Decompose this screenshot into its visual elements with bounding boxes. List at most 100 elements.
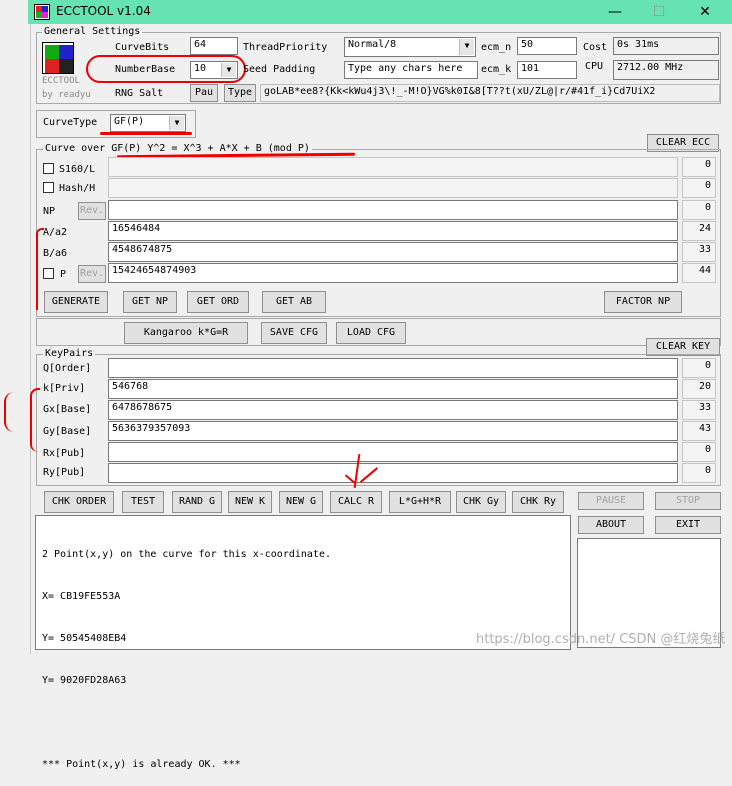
ecm-n-input[interactable]: 50 <box>517 37 577 55</box>
rng-salt-value: goLAB*ee8?{Kk<kWu4j3\!_-M!O}VG%k0I&8[T??… <box>260 84 720 102</box>
factor-np-button[interactable]: FACTOR NP <box>604 291 682 313</box>
chk-ry-button[interactable]: CHK Ry <box>512 491 564 513</box>
b-count: 33 <box>682 242 716 262</box>
gx-base-count: 33 <box>682 400 716 420</box>
k-priv-label: k[Priv] <box>43 383 86 394</box>
rand-g-button[interactable]: RAND G <box>172 491 222 513</box>
np-rev-button[interactable]: Rev. <box>78 202 106 220</box>
lghr-button[interactable]: L*G+H*R <box>389 491 451 513</box>
generate-button[interactable]: GENERATE <box>44 291 108 313</box>
pause-salt-button[interactable]: Pau <box>190 84 218 102</box>
new-k-button[interactable]: NEW K <box>228 491 272 513</box>
chevron-down-icon: ▼ <box>459 39 474 55</box>
a-input[interactable]: 16546484 <box>108 221 678 241</box>
p-checkbox[interactable] <box>43 268 54 279</box>
s160-count: 0 <box>682 157 716 177</box>
new-g-button[interactable]: NEW G <box>279 491 323 513</box>
rng-salt-label: RNG Salt <box>115 88 164 99</box>
gy-base-input[interactable]: 5636379357093 <box>108 421 678 441</box>
rx-pub-count: 0 <box>682 442 716 462</box>
app-icon <box>34 4 50 20</box>
a-label: A/a2 <box>43 227 68 238</box>
ecm-n-label: ecm_n <box>481 42 512 53</box>
b-label: B/a6 <box>43 248 68 259</box>
b-input[interactable]: 4548674875 <box>108 242 678 262</box>
s160-checkbox[interactable] <box>43 163 54 174</box>
chk-gy-button[interactable]: CHK Gy <box>456 491 506 513</box>
watermark: https://blog.csdn.net/ CSDN @红烧兔纸 <box>476 632 726 647</box>
rx-pub-label: Rx[Pub] <box>43 448 86 459</box>
p-label: P <box>60 269 67 280</box>
close-button[interactable]: ✕ <box>690 2 720 22</box>
get-ord-button[interactable]: GET ORD <box>187 291 249 313</box>
stop-button[interactable]: STOP <box>655 492 721 510</box>
thread-priority-label: ThreadPriority <box>243 42 328 53</box>
p-input[interactable]: 15424654874903 <box>108 263 678 283</box>
rx-pub-input[interactable] <box>108 442 678 462</box>
k-priv-input[interactable]: 546768 <box>108 379 678 399</box>
ecm-k-label: ecm_k <box>481 64 512 75</box>
load-cfg-button[interactable]: LOAD CFG <box>336 322 406 344</box>
np-label: NP <box>43 206 56 217</box>
minimize-button[interactable]: — <box>600 2 630 22</box>
q-order-input[interactable] <box>108 358 678 378</box>
type-salt-button[interactable]: Type <box>224 84 256 102</box>
cpu-label: CPU <box>585 61 604 72</box>
get-ab-button[interactable]: GET AB <box>262 291 326 313</box>
annotation-ellipse-numberbase <box>86 55 246 83</box>
general-settings-label: General Settings <box>42 26 143 37</box>
output-line: *** Point(x,y) is already OK. *** <box>42 759 241 770</box>
maximize-button[interactable]: ☐ <box>644 2 674 22</box>
gy-base-label: Gy[Base] <box>43 426 92 437</box>
curve-type-value: GF(P) <box>114 116 145 127</box>
kangaroo-button[interactable]: Kangaroo k*G=R <box>124 322 248 344</box>
ecm-k-input[interactable]: 101 <box>517 61 577 79</box>
thread-priority-value: Normal/8 <box>348 39 397 50</box>
cost-label: Cost <box>583 42 608 53</box>
gx-base-input[interactable]: 6478678675 <box>108 400 678 420</box>
curve-group-label: Curve over GF(P) Y^2 = X^3 + A*X + B (mo… <box>43 143 312 154</box>
calc-r-button[interactable]: CALC R <box>330 491 382 513</box>
chevron-down-icon: ▼ <box>169 116 184 130</box>
pause-button[interactable]: PAUSE <box>578 492 644 510</box>
output-line: Y= 9020FD28A63 <box>42 675 127 686</box>
logo-subtext: by readyu <box>42 90 91 100</box>
keypairs-label: KeyPairs <box>43 348 96 359</box>
hash-label: Hash/H <box>59 183 96 194</box>
p-count: 44 <box>682 263 716 283</box>
a-count: 24 <box>682 221 716 241</box>
hash-field <box>108 178 678 198</box>
ry-pub-input[interactable] <box>108 463 678 483</box>
ecctool-logo <box>42 42 74 74</box>
hash-count: 0 <box>682 178 716 198</box>
seed-padding-label: Seed Padding <box>243 64 316 75</box>
window-title: ECCTOOL v1.04 <box>56 4 151 18</box>
test-button[interactable]: TEST <box>122 491 164 513</box>
hash-checkbox[interactable] <box>43 182 54 193</box>
seed-padding-input[interactable]: Type any chars here <box>344 61 478 79</box>
curve-bits-label: CurveBits <box>115 42 170 53</box>
logo-text: ECCTOOL <box>42 76 80 86</box>
q-order-count: 0 <box>682 358 716 378</box>
save-cfg-button[interactable]: SAVE CFG <box>261 322 327 344</box>
s160-label: S160/L <box>59 164 96 175</box>
annotation-underline-curvetype <box>100 132 192 135</box>
annotation-brace-keys <box>4 392 16 432</box>
output-line: 2 Point(x,y) on the curve for this x-coo… <box>42 549 331 560</box>
np-field[interactable] <box>108 200 678 220</box>
curve-type-select[interactable]: GF(P) ▼ <box>110 114 186 132</box>
cpu-value: 2712.00 MHz <box>613 60 719 80</box>
about-button[interactable]: ABOUT <box>578 516 644 534</box>
p-rev-button[interactable]: Rev. <box>78 265 106 283</box>
chk-order-button[interactable]: CHK ORDER <box>44 491 114 513</box>
cost-value: 0s 31ms <box>613 37 719 55</box>
ry-pub-count: 0 <box>682 463 716 483</box>
thread-priority-select[interactable]: Normal/8 ▼ <box>344 37 476 57</box>
exit-button[interactable]: EXIT <box>655 516 721 534</box>
gx-base-label: Gx[Base] <box>43 404 92 415</box>
annotation-bracket-curve <box>36 228 44 310</box>
curve-bits-input[interactable]: 64 <box>190 37 238 55</box>
ry-pub-label: Ry[Pub] <box>43 467 86 478</box>
output-line: X= CB19FE553A <box>42 591 121 602</box>
get-np-button[interactable]: GET NP <box>123 291 177 313</box>
